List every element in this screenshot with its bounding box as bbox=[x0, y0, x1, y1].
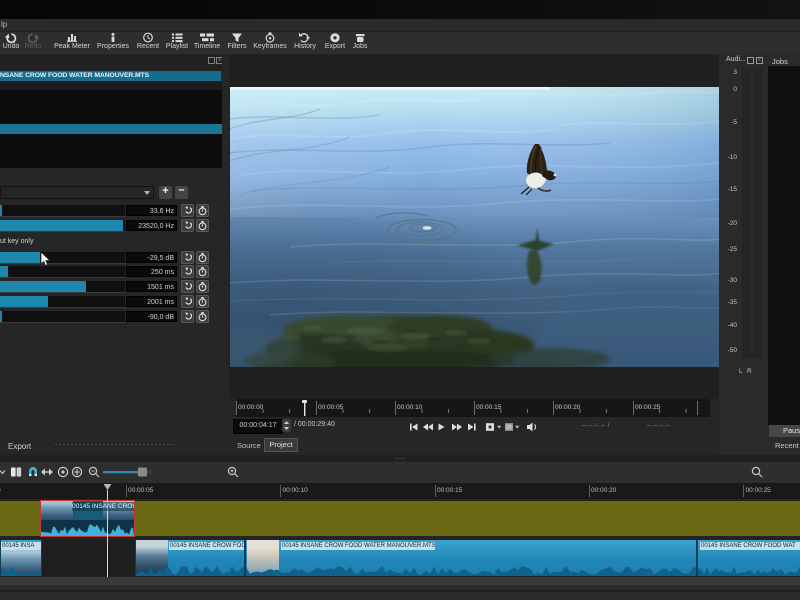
svg-text:00:00:15: 00:00:15 bbox=[437, 487, 463, 494]
svg-text:00:00:15: 00:00:15 bbox=[476, 404, 502, 411]
svg-text:00:00:05: 00:00:05 bbox=[128, 487, 154, 494]
svg-text:00:00:25: 00:00:25 bbox=[746, 487, 772, 494]
svg-text:R: R bbox=[747, 368, 752, 375]
svg-text:-15: -15 bbox=[728, 186, 738, 193]
svg-text:00:00:20: 00:00:20 bbox=[591, 487, 617, 494]
svg-text:-20: -20 bbox=[728, 220, 738, 227]
svg-text:-35: -35 bbox=[728, 299, 738, 306]
svg-text:00:00:05: 00:00:05 bbox=[318, 404, 344, 411]
svg-text:-5: -5 bbox=[731, 119, 737, 126]
svg-text:3: 3 bbox=[733, 69, 737, 76]
svg-text:00:00:25: 00:00:25 bbox=[635, 404, 661, 411]
svg-text:-30: -30 bbox=[728, 277, 738, 284]
svg-text:L: L bbox=[739, 368, 743, 375]
svg-text:00:00:00: 00:00:00 bbox=[238, 404, 264, 411]
svg-text:-25: -25 bbox=[728, 246, 738, 253]
svg-text:0: 0 bbox=[733, 86, 737, 93]
svg-text:00:00:20: 00:00:20 bbox=[555, 404, 581, 411]
svg-text:-50: -50 bbox=[728, 347, 738, 354]
svg-text:-40: -40 bbox=[728, 322, 738, 329]
svg-text:0: 0 bbox=[0, 487, 1, 494]
svg-text:-10: -10 bbox=[728, 154, 738, 161]
svg-text:00:00:10: 00:00:10 bbox=[283, 487, 309, 494]
svg-text:00:00:10: 00:00:10 bbox=[397, 404, 423, 411]
